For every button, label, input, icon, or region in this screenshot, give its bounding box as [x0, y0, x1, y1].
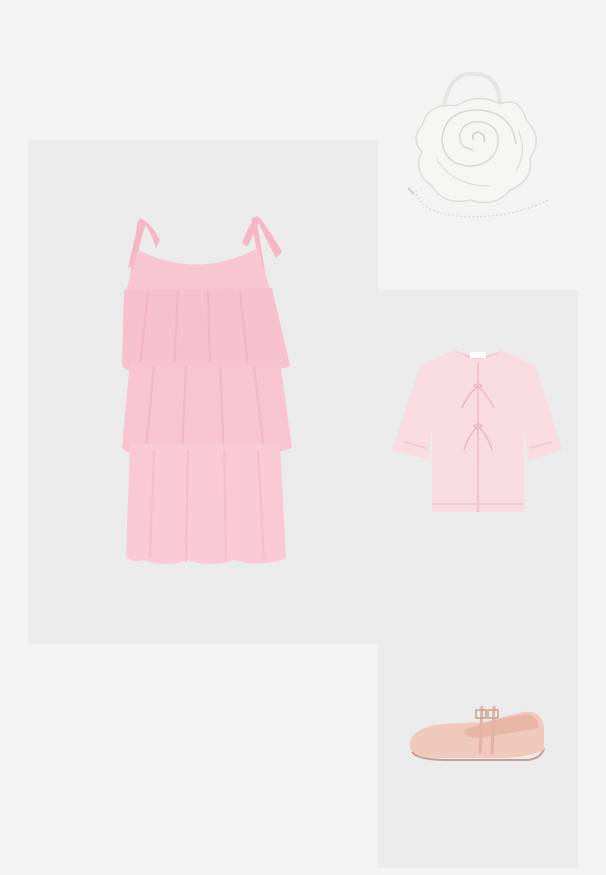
- cardigan-image: [392, 350, 562, 512]
- product-tile-bag[interactable]: white rose shaped handbag with chain str…: [378, 40, 578, 290]
- product-tile-shoe[interactable]: nude ballet flat with buckle straps: [378, 578, 578, 868]
- product-tile-cardigan[interactable]: ONLY pink short sleeve tie-front cardiga…: [378, 290, 578, 578]
- dress-image: [122, 216, 292, 564]
- outfit-board: { "outfit": { "items": [ { "id": "dress"…: [0, 0, 606, 875]
- ballet-flat-image: [409, 705, 545, 761]
- rose-bag-image: [407, 71, 549, 218]
- product-tile-dress[interactable]: pink tiered ruffle mini dress: [28, 140, 378, 644]
